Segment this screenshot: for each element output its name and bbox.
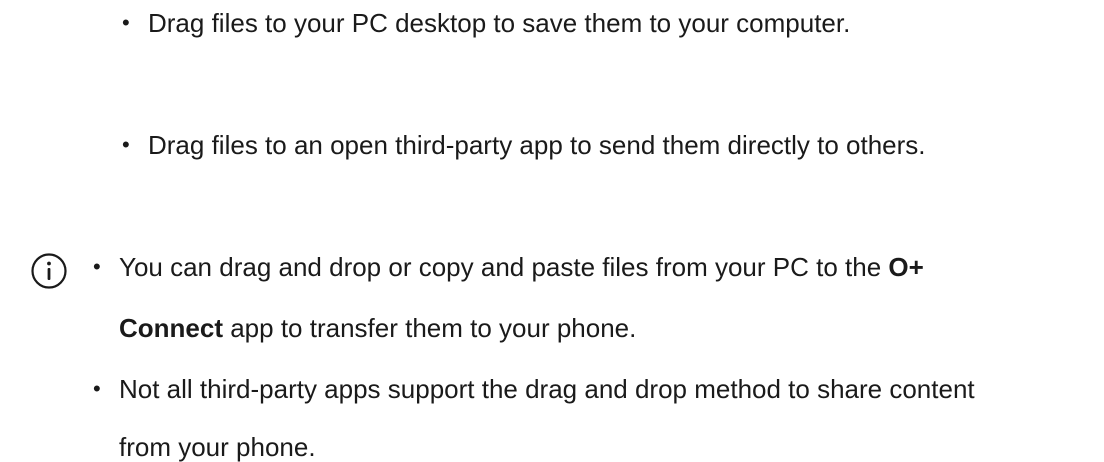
list-item-text: Drag files to your PC desktop to save th… [148,8,851,38]
bullet-dot: • [93,376,101,401]
note-item-text: Not all third-party apps support the dra… [119,374,975,404]
bullet-dot: • [122,132,130,157]
note-item-continuation: from your phone. [119,432,316,462]
note-item-continuation: Connect app to transfer them to your pho… [119,313,637,343]
help-page: • Drag files to your PC desktop to save … [0,0,1104,462]
app-name-bold: Connect [119,313,223,343]
list-item-text: Drag files to an open third-party app to… [148,130,926,160]
bullet-dot: • [122,10,130,35]
bullet-dot: • [93,254,101,279]
info-icon [31,253,67,289]
note-item-text: You can drag and drop or copy and paste … [119,252,924,282]
app-name-bold: O+ [888,252,924,282]
